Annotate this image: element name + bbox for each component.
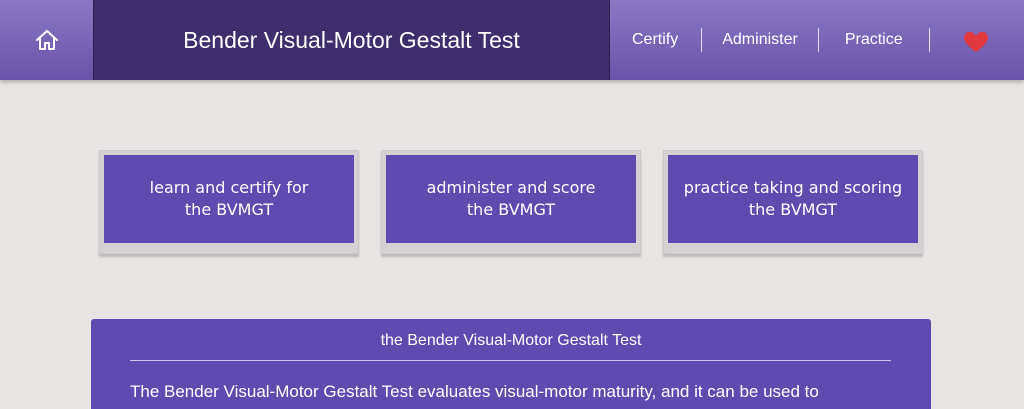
practice-button[interactable]: practice taking and scoring the BVMGT (668, 155, 918, 243)
nav-separator (701, 28, 703, 52)
learn-certify-button[interactable]: learn and certify for the BVMGT (104, 155, 354, 243)
home-button[interactable] (0, 0, 93, 80)
nav-administer[interactable]: Administer (722, 31, 798, 49)
card-label-line2: the BVMGT (466, 200, 556, 219)
divider (130, 360, 891, 361)
top-navigation-bar: Bender Visual-Motor Gestalt Test Certify… (0, 0, 1024, 80)
site-title-box: Bender Visual-Motor Gestalt Test (93, 0, 610, 80)
card-label-line2: the BVMGT (184, 200, 274, 219)
info-title: the Bender Visual-Motor Gestalt Test (380, 332, 642, 349)
info-body-text: The Bender Visual-Motor Gestalt Test eva… (130, 382, 819, 401)
site-title: Bender Visual-Motor Gestalt Test (183, 26, 520, 53)
nav-practice[interactable]: Practice (845, 31, 903, 49)
home-icon (35, 30, 58, 50)
nav-separator (817, 28, 819, 52)
card-label-line1: learn and certify for (149, 178, 309, 197)
administer-score-button[interactable]: administer and score the BVMGT (386, 155, 636, 243)
card-learn-certify: learn and certify for the BVMGT (99, 150, 359, 254)
info-panel: the Bender Visual-Motor Gestalt Test The… (91, 319, 931, 409)
card-label-line2: the BVMGT (748, 200, 838, 219)
heart-icon[interactable] (962, 30, 990, 54)
card-practice: practice taking and scoring the BVMGT (663, 150, 923, 254)
nav-certify[interactable]: Certify (632, 31, 678, 49)
card-label-line1: administer and score (426, 178, 596, 197)
card-administer-score: administer and score the BVMGT (381, 150, 641, 254)
card-label-line1: practice taking and scoring (683, 178, 903, 197)
nav-separator (928, 28, 930, 52)
